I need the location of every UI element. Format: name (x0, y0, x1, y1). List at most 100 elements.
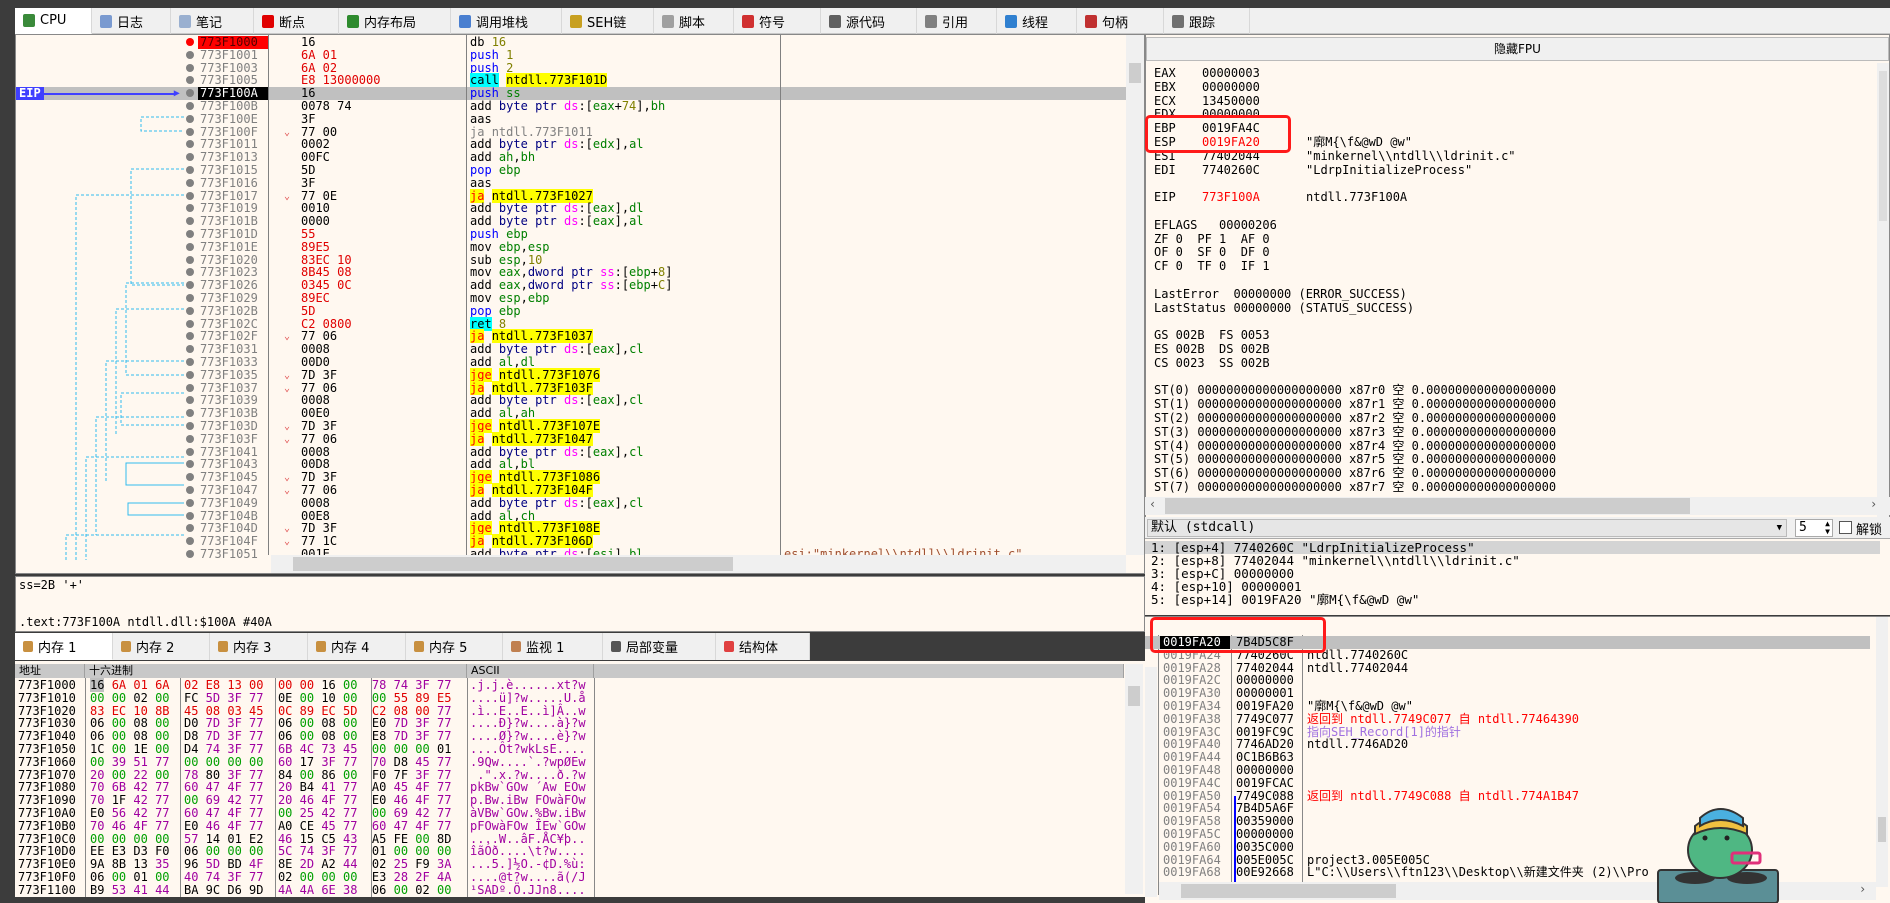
mem-tab-3[interactable]: 内存 3 (210, 633, 308, 660)
register-row[interactable]: ST(0) 00000000000000000000 x87r0 空 0.000… (1154, 384, 1874, 397)
register-row[interactable]: OF 0 SF 0 DF 0 (1154, 246, 1874, 259)
breakpoint-slot-icon[interactable] (186, 89, 194, 98)
arguments-panel[interactable]: 1: [esp+4] 7740260C "LdrpInitializeProce… (1145, 539, 1890, 615)
breakpoint-slot-icon[interactable] (186, 511, 194, 520)
breakpoint-slot-icon[interactable] (186, 242, 194, 251)
breakpoint-slot-icon[interactable] (186, 166, 194, 174)
breakpoint-slot-icon[interactable] (186, 114, 194, 123)
breakpoint-slot-icon[interactable] (186, 396, 194, 405)
breakpoint-slot-icon[interactable] (186, 370, 194, 379)
scroll-right-icon[interactable]: › (1870, 497, 1877, 511)
dump-header-ascii[interactable]: ASCII (467, 664, 594, 678)
breakpoint-slot-icon[interactable] (186, 140, 194, 149)
breakpoint-slot-icon[interactable] (186, 319, 194, 328)
tab-references[interactable]: 引用 (917, 8, 997, 34)
register-row[interactable]: ECX 13450000 (1154, 94, 1874, 108)
register-row[interactable]: EAX 00000003 (1154, 67, 1874, 80)
breakpoint-slot-icon[interactable] (186, 230, 194, 238)
register-row[interactable]: ST(3) 00000000000000000000 x87r3 空 0.000… (1154, 425, 1874, 439)
register-row[interactable]: EIP 773F100A ntdll.773F100A (1154, 191, 1874, 204)
breakpoint-slot-icon[interactable] (186, 127, 194, 136)
breakpoint-slot-icon[interactable] (186, 422, 194, 430)
tab-notes[interactable]: 笔记 (171, 8, 254, 34)
stack-vertical-scrollbar[interactable] (1876, 617, 1888, 887)
disasm-row[interactable]: 773F1013 00FC add ah,bh (16, 151, 1126, 164)
stack-left-scrollbar[interactable] (1145, 667, 1157, 897)
disasm-row[interactable]: 773F1029 89EC mov esp,ebp (16, 292, 1126, 305)
breakpoint-slot-icon[interactable] (186, 255, 194, 264)
register-row[interactable]: ST(5) 00000000000000000000 x87r5 空 0.000… (1154, 453, 1874, 466)
register-row[interactable]: EFLAGS 00000206 (1154, 218, 1874, 232)
breakpoint-slot-icon[interactable] (186, 447, 194, 456)
register-row[interactable]: CS 0023 SS 002B (1154, 356, 1874, 370)
register-row[interactable]: ES 002B DS 002B (1154, 343, 1874, 356)
breakpoint-slot-icon[interactable] (186, 153, 194, 162)
register-value[interactable]: 13450000 (1202, 94, 1260, 108)
breakpoint-slot-icon[interactable] (186, 473, 194, 482)
tab-call-stack[interactable]: 调用堆栈 (451, 8, 562, 34)
disasm-row[interactable]: 773F1026 0345 0C add eax,dword ptr ss:[ebp… (16, 279, 1126, 292)
mem-tab-4[interactable]: 内存 4 (308, 633, 406, 660)
tab-source[interactable]: 源代码 (821, 8, 917, 34)
breakpoint-slot-icon[interactable] (186, 409, 194, 418)
breakpoint-slot-icon[interactable] (186, 537, 194, 546)
breakpoint-slot-icon[interactable] (186, 268, 194, 277)
tab-trace[interactable]: 跟踪 (1164, 8, 1250, 34)
unlock-checkbox[interactable] (1839, 521, 1852, 534)
argument-row[interactable]: 5: [esp+14] 0019FA20 "廓M{\f&@wD @w" (1145, 593, 1880, 606)
breakpoint-slot-icon[interactable] (186, 281, 194, 290)
register-row[interactable]: ST(1) 00000000000000000000 x87r1 空 0.000… (1154, 398, 1874, 411)
tab-breakpoint[interactable]: 断点 (254, 8, 339, 34)
breakpoint-slot-icon[interactable] (186, 345, 194, 354)
disasm-row[interactable]: 773F1041 0008 add byte ptr ds:[eax],cl (16, 445, 1126, 459)
registers-horizontal-scrollbar[interactable]: ‹ › (1145, 497, 1890, 515)
breakpoint-slot-icon[interactable] (186, 191, 194, 200)
register-value[interactable]: 7740260C (1202, 163, 1260, 177)
breakpoint-slot-icon[interactable] (186, 383, 194, 392)
disasm-row[interactable]: 773F1031 0008 add byte ptr ds:[eax],cl (16, 343, 1126, 356)
disasm-vertical-scrollbar[interactable] (1126, 35, 1144, 555)
register-row[interactable]: ST(6) 00000000000000000000 x87r6 空 0.000… (1154, 467, 1874, 480)
dump-header-hex[interactable]: 十六进制 (85, 664, 467, 678)
register-row[interactable]: LastError 00000000 (ERROR_SUCCESS) (1154, 287, 1874, 301)
disasm-row[interactable]: 773F1039 0008 add byte ptr ds:[eax],cl (16, 394, 1126, 407)
disasm-row[interactable]: 773F1005 E8 13000000 call ntdll.773F101D (16, 73, 1126, 88)
disasm-row[interactable]: 773F100B 0078 74 add byte ptr ds:[eax+74],… (16, 100, 1126, 113)
mem-tab-5[interactable]: 内存 5 (406, 633, 503, 660)
breakpoint-slot-icon[interactable] (186, 204, 194, 213)
register-value[interactable]: 00000000 (1202, 80, 1260, 94)
calling-convention-select[interactable]: 默认 (stdcall) ▼ (1147, 519, 1787, 537)
disasm-row[interactable]: 773F1015 5D pop ebp (16, 164, 1126, 177)
memory-dump[interactable]: 地址 十六进制 ASCII 773F1000 16 6A 01 6A 02 E8 … (15, 661, 1145, 897)
mem-tab-7[interactable]: 局部变量 (603, 633, 716, 660)
disasm-horizontal-scrollbar[interactable] (271, 555, 1126, 573)
register-row[interactable]: ST(4) 00000000000000000000 x87r4 空 0.000… (1154, 439, 1874, 453)
breakpoint-slot-icon[interactable] (186, 50, 194, 59)
mem-tab-8[interactable]: 结构体 (716, 633, 810, 660)
breakpoint-slot-icon[interactable] (186, 332, 194, 341)
register-row[interactable]: ST(2) 00000000000000000000 x87r2 空 0.000… (1154, 412, 1874, 425)
tab-symbol[interactable]: 符号 (734, 8, 821, 34)
dump-vertical-scrollbar[interactable] (1125, 664, 1143, 894)
tab-log[interactable]: 日志 (92, 8, 171, 34)
mem-tab-6[interactable]: 监视 1 (503, 633, 603, 660)
disasm-row[interactable]: 773F101B 0000 add byte ptr ds:[eax],al (16, 215, 1126, 228)
breakpoint-slot-icon[interactable] (186, 358, 194, 366)
register-row[interactable]: ST(7) 00000000000000000000 x87r7 空 0.000… (1154, 481, 1874, 494)
scroll-left-icon[interactable]: ‹ (1149, 497, 1156, 511)
register-row[interactable]: LastStatus 00000000 (STATUS_SUCCESS) (1154, 301, 1874, 315)
register-row[interactable]: EBX 00000000 (1154, 80, 1874, 94)
breakpoint-slot-icon[interactable] (186, 306, 194, 315)
disasm-row[interactable]: 773F101E 89E5 mov ebp,esp (16, 240, 1126, 254)
breakpoint-slot-icon[interactable] (186, 102, 194, 110)
register-value[interactable]: 00000003 (1202, 67, 1260, 80)
disasm-row[interactable]: 773F102B 5D pop ebp (16, 304, 1126, 318)
dump-header-address[interactable]: 地址 (15, 664, 85, 678)
register-row[interactable]: CF 0 TF 0 IF 1 (1154, 260, 1874, 273)
breakpoint-slot-icon[interactable] (186, 76, 194, 85)
breakpoint-slot-icon[interactable] (186, 524, 194, 533)
breakpoint-slot-icon[interactable] (186, 434, 194, 443)
disasm-row[interactable]: 773F1001 6A 01 push 1 (16, 48, 1126, 62)
breakpoint-slot-icon[interactable] (186, 550, 194, 558)
breakpoint-slot-icon[interactable] (186, 217, 194, 226)
